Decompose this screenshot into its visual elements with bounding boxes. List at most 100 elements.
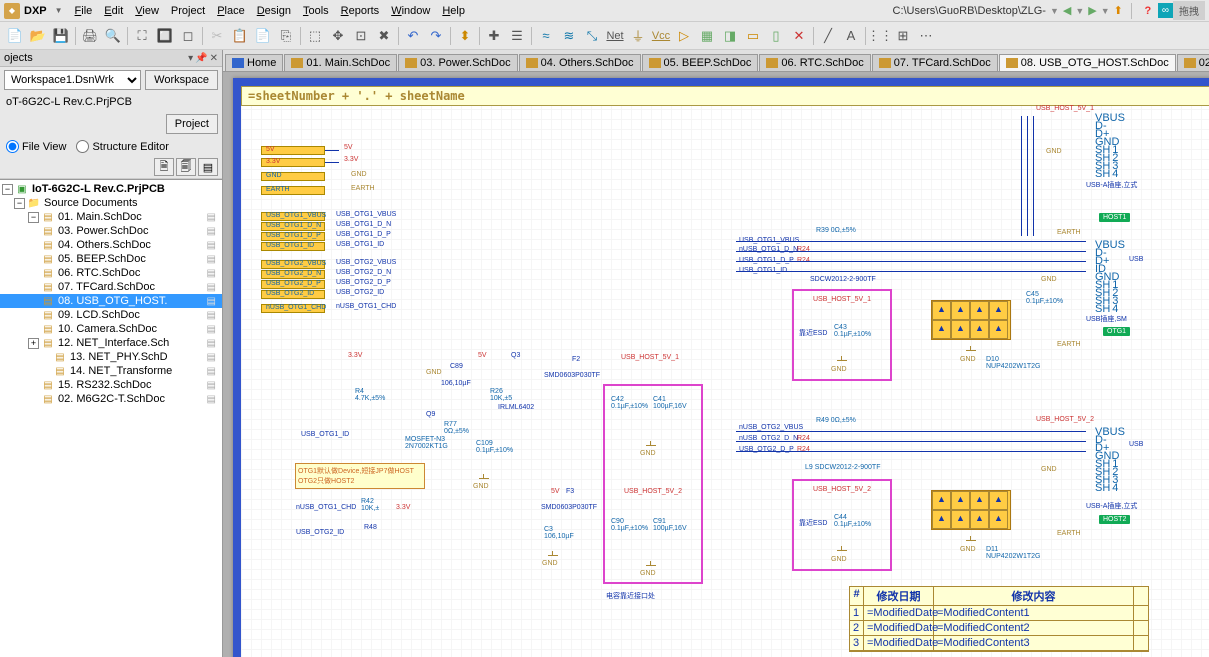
radio-file-view[interactable]: File View	[6, 140, 66, 153]
part-icon[interactable]: ▷	[673, 25, 695, 47]
text-icon[interactable]: A	[840, 25, 862, 47]
gnd-icon	[836, 546, 848, 556]
sheetent-icon[interactable]: ◨	[719, 25, 741, 47]
dup-icon[interactable]: ⎘	[275, 25, 297, 47]
print-icon[interactable]: 🖨	[79, 25, 101, 47]
schematic-canvas[interactable]: =sheetNumber + '.' + sheetName 5V 5V 3.3…	[233, 78, 1209, 657]
deselect-icon[interactable]: ⊡	[350, 25, 372, 47]
cross-probe-icon[interactable]: ✚	[483, 25, 505, 47]
open-icon[interactable]: 📂	[27, 25, 49, 47]
options-icon[interactable]: ▾	[188, 53, 193, 64]
tab-doc[interactable]: 02	[1177, 54, 1209, 71]
collapse-icon[interactable]: ▤	[198, 158, 218, 176]
refresh-icon[interactable]: 🗎	[154, 158, 174, 176]
save-icon[interactable]: 💾	[50, 25, 72, 47]
bus-icon[interactable]: ≋	[558, 25, 580, 47]
undo-icon[interactable]: ↶	[402, 25, 424, 47]
sheet-icon[interactable]: ▦	[696, 25, 718, 47]
help-icon[interactable]: ?	[1138, 2, 1158, 20]
line-icon[interactable]: ╱	[817, 25, 839, 47]
zoom-select-icon[interactable]: ◻	[177, 25, 199, 47]
tab-doc[interactable]: 03. Power.SchDoc	[398, 54, 518, 71]
tree-item[interactable]: −▤01. Main.SchDoc▤	[0, 210, 222, 224]
gnd-icon[interactable]: ⏚	[627, 25, 649, 47]
redo-icon[interactable]: ↷	[425, 25, 447, 47]
nav-up-icon[interactable]: ⬆	[1114, 4, 1123, 17]
cut-icon[interactable]: ✂	[206, 25, 228, 47]
tree-item[interactable]: ▤08. USB_OTG_HOST.▤	[0, 294, 222, 308]
workspace-select[interactable]: Workspace1.DsnWrk	[4, 70, 141, 90]
zoom-fit-icon[interactable]: ⛶	[131, 25, 153, 47]
connector-otg1: VBUS D- D+ ID GND SH1 SH2 SH3 SH4	[1095, 241, 1125, 313]
menu-design[interactable]: Design	[251, 3, 297, 19]
wire-icon[interactable]: ≈	[535, 25, 557, 47]
tree-item[interactable]: ▤09. LCD.SchDoc▤	[0, 308, 222, 322]
tree-item[interactable]: ▤04. Others.SchDoc▤	[0, 238, 222, 252]
workspace-button[interactable]: Workspace	[145, 70, 218, 90]
path-dropdown-icon[interactable]: ▼	[1050, 6, 1059, 16]
tree-project[interactable]: −▣IoT-6G2C-L Rev.C.PrjPCB	[0, 182, 222, 196]
nav-back-icon[interactable]: ◀	[1063, 4, 1071, 17]
tree-item[interactable]: ▤13. NET_PHY.SchD▤	[0, 350, 222, 364]
busent-icon[interactable]: ⤡	[581, 25, 603, 47]
menu-place[interactable]: Place	[211, 3, 251, 19]
tree-item[interactable]: +▤12. NET_Interface.Sch▤	[0, 336, 222, 350]
menu-window[interactable]: Window	[385, 3, 436, 19]
tree-source[interactable]: −📁Source Documents	[0, 196, 222, 210]
tree-item[interactable]: ▤14. NET_Transforme▤	[0, 364, 222, 378]
menu-tools[interactable]: Tools	[297, 3, 335, 19]
netlabel-icon[interactable]: Net	[604, 25, 626, 47]
close-panel-icon[interactable]: ✕	[210, 53, 218, 64]
tree-item[interactable]: ▤07. TFCard.SchDoc▤	[0, 280, 222, 294]
noerc-icon[interactable]: ✕	[788, 25, 810, 47]
menu-reports[interactable]: Reports	[335, 3, 386, 19]
tab-doc[interactable]: 06. RTC.SchDoc	[759, 54, 870, 71]
app-dropdown-icon[interactable]: ▼	[55, 6, 63, 15]
pin-icon[interactable]: 📌	[195, 53, 207, 64]
tab-doc[interactable]: 05. BEEP.SchDoc	[642, 54, 759, 71]
menu-help[interactable]: Help	[436, 3, 471, 19]
new-icon[interactable]: 📄	[4, 25, 26, 47]
drag-label[interactable]: 拖拽	[1173, 1, 1205, 20]
canvas-wrap[interactable]: =sheetNumber + '.' + sheetName 5V 5V 3.3…	[223, 72, 1209, 657]
diode-pack-d10	[931, 300, 1011, 340]
tree-item[interactable]: ▤15. RS232.SchDoc▤	[0, 378, 222, 392]
cloud-icon[interactable]: ∞	[1158, 3, 1173, 18]
tree-item[interactable]: ▤03. Power.SchDoc▤	[0, 224, 222, 238]
array-icon[interactable]: ⋮⋮	[869, 25, 891, 47]
harn-icon[interactable]: ▯	[765, 25, 787, 47]
projects-panel: ojects ▾ 📌 ✕ Workspace1.DsnWrk Workspace…	[0, 50, 223, 657]
tab-home[interactable]: Home	[225, 54, 283, 71]
nav-fwd-icon[interactable]: ▶	[1088, 4, 1096, 17]
expand-icon[interactable]: 🗐	[176, 158, 196, 176]
copy-icon[interactable]: 📋	[229, 25, 251, 47]
tab-doc[interactable]: 01. Main.SchDoc	[284, 54, 397, 71]
move-icon[interactable]: ✥	[327, 25, 349, 47]
project-tree[interactable]: −▣IoT-6G2C-L Rev.C.PrjPCB−📁Source Docume…	[0, 179, 222, 657]
zoom-area-icon[interactable]: 🔲	[154, 25, 176, 47]
grid-icon[interactable]: ⊞	[892, 25, 914, 47]
tree-item[interactable]: ▤06. RTC.SchDoc▤	[0, 266, 222, 280]
paste-icon[interactable]: 📄	[252, 25, 274, 47]
port-icon[interactable]: ▭	[742, 25, 764, 47]
tab-doc[interactable]: 08. USB_OTG_HOST.SchDoc	[999, 54, 1176, 71]
tree-item[interactable]: ▤02. M6G2C-T.SchDoc▤	[0, 392, 222, 406]
project-button[interactable]: Project	[166, 114, 218, 134]
clear-icon[interactable]: ✖	[373, 25, 395, 47]
browse-icon[interactable]: ☰	[506, 25, 528, 47]
tab-doc[interactable]: 07. TFCard.SchDoc	[872, 54, 998, 71]
more-icon[interactable]: ⋯	[915, 25, 937, 47]
menu-view[interactable]: View	[129, 3, 165, 19]
select-icon[interactable]: ⬚	[304, 25, 326, 47]
menu-file[interactable]: File	[69, 3, 99, 19]
preview-icon[interactable]: 🔍	[102, 25, 124, 47]
hierarchy-icon[interactable]: ⬍	[454, 25, 476, 47]
connector-host2: VBUS D- D+ GND SH1 SH2 SH3 SH4	[1095, 428, 1125, 492]
vcc-icon[interactable]: Vcc	[650, 25, 672, 47]
menu-edit[interactable]: Edit	[98, 3, 129, 19]
tree-item[interactable]: ▤05. BEEP.SchDoc▤	[0, 252, 222, 266]
menu-project[interactable]: Project	[165, 3, 211, 19]
tab-doc[interactable]: 04. Others.SchDoc	[519, 54, 641, 71]
tree-item[interactable]: ▤10. Camera.SchDoc▤	[0, 322, 222, 336]
radio-structure[interactable]: Structure Editor	[76, 140, 168, 153]
